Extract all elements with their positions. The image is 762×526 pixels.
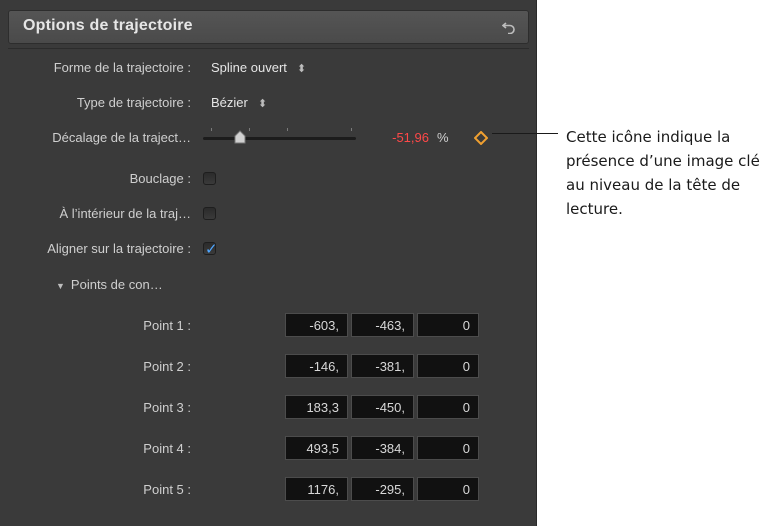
point-x-field[interactable]: -146, (285, 354, 348, 378)
control-points-disclosure[interactable]: ▼ Points de con… (56, 277, 163, 292)
path-shape-label: Forme de la trajectoire : (53, 60, 191, 75)
path-offset-slider[interactable] (203, 128, 356, 144)
path-type-value: Bézier (211, 95, 248, 110)
slider-tick (351, 128, 352, 131)
control-points-label: Points de con… (70, 277, 163, 292)
align-checkbox[interactable]: ✓ (203, 241, 218, 258)
align-row: Aligner sur la trajectoire : ✓ (0, 234, 537, 264)
path-offset-unit: % (437, 130, 449, 145)
point-row-3: Point 3 : 183,3 -450, 0 (0, 392, 537, 422)
panel-title: Options de trajectoire (23, 17, 193, 34)
path-offset-value[interactable]: -51,96 (392, 130, 429, 145)
popup-arrows-icon: ⬍ (296, 63, 307, 75)
point-label: Point 4 : (143, 441, 191, 456)
path-shape-popup[interactable]: Spline ouvert ⬍ (211, 60, 306, 75)
loop-checkbox[interactable] (203, 172, 216, 185)
point-y-field[interactable]: -295, (351, 477, 414, 501)
path-offset-row: Décalage de la traject… -51,96 % (0, 123, 537, 153)
checkmark-icon: ✓ (205, 241, 218, 258)
point-y-field[interactable]: -384, (351, 436, 414, 460)
point-z-field[interactable]: 0 (417, 313, 479, 337)
point-row-2: Point 2 : -146, -381, 0 (0, 351, 537, 381)
inside-path-label: À l’intérieur de la traj… (59, 206, 192, 221)
path-shape-row: Forme de la trajectoire : Spline ouvert ⬍ (0, 53, 537, 83)
path-type-row: Type de trajectoire : Bézier ⬍ (0, 88, 537, 118)
header-divider (8, 48, 529, 49)
point-x-field[interactable]: -603, (285, 313, 348, 337)
callout-annotation: Cette icône indique la présence d’une im… (566, 128, 760, 218)
point-row-4: Point 4 : 493,5 -384, 0 (0, 433, 537, 463)
disclosure-triangle-icon: ▼ (56, 281, 65, 291)
point-z-field[interactable]: 0 (417, 354, 479, 378)
slider-tick (211, 128, 212, 131)
popup-arrows-icon: ⬍ (257, 98, 268, 110)
control-points-group[interactable]: ▼ Points de con… (0, 270, 537, 300)
point-x-field[interactable]: 1176, (285, 477, 348, 501)
point-x-field[interactable]: 493,5 (285, 436, 348, 460)
point-x-field[interactable]: 183,3 (285, 395, 348, 419)
point-label: Point 3 : (143, 400, 191, 415)
point-y-field[interactable]: -463, (351, 313, 414, 337)
point-row-1: Point 1 : -603, -463, 0 (0, 310, 537, 340)
point-z-field[interactable]: 0 (417, 395, 479, 419)
keyframe-diamond-icon[interactable] (474, 131, 488, 145)
point-y-field[interactable]: -450, (351, 395, 414, 419)
inside-path-checkbox[interactable] (203, 207, 216, 220)
point-label: Point 1 : (143, 318, 191, 333)
reset-arrow-icon[interactable] (502, 20, 516, 34)
loop-label: Bouclage : (129, 171, 191, 186)
path-shape-value: Spline ouvert (211, 60, 287, 75)
panel-header[interactable]: Options de trajectoire (8, 10, 529, 44)
align-label: Aligner sur la trajectoire : (47, 241, 191, 256)
path-offset-label: Décalage de la traject… (52, 130, 191, 145)
point-y-field[interactable]: -381, (351, 354, 414, 378)
path-type-popup[interactable]: Bézier ⬍ (211, 95, 267, 110)
point-label: Point 5 : (143, 482, 191, 497)
point-z-field[interactable]: 0 (417, 477, 479, 501)
inspector-panel: Options de trajectoire Forme de la traje… (0, 0, 537, 526)
point-label: Point 2 : (143, 359, 191, 374)
inside-path-row: À l’intérieur de la traj… (0, 199, 537, 229)
path-type-label: Type de trajectoire : (76, 95, 191, 110)
slider-thumb[interactable] (233, 130, 247, 144)
callout-line (492, 133, 558, 134)
loop-row: Bouclage : (0, 164, 537, 194)
slider-tick (287, 128, 288, 131)
point-z-field[interactable]: 0 (417, 436, 479, 460)
point-row-5: Point 5 : 1176, -295, 0 (0, 474, 537, 504)
slider-tick (249, 128, 250, 131)
